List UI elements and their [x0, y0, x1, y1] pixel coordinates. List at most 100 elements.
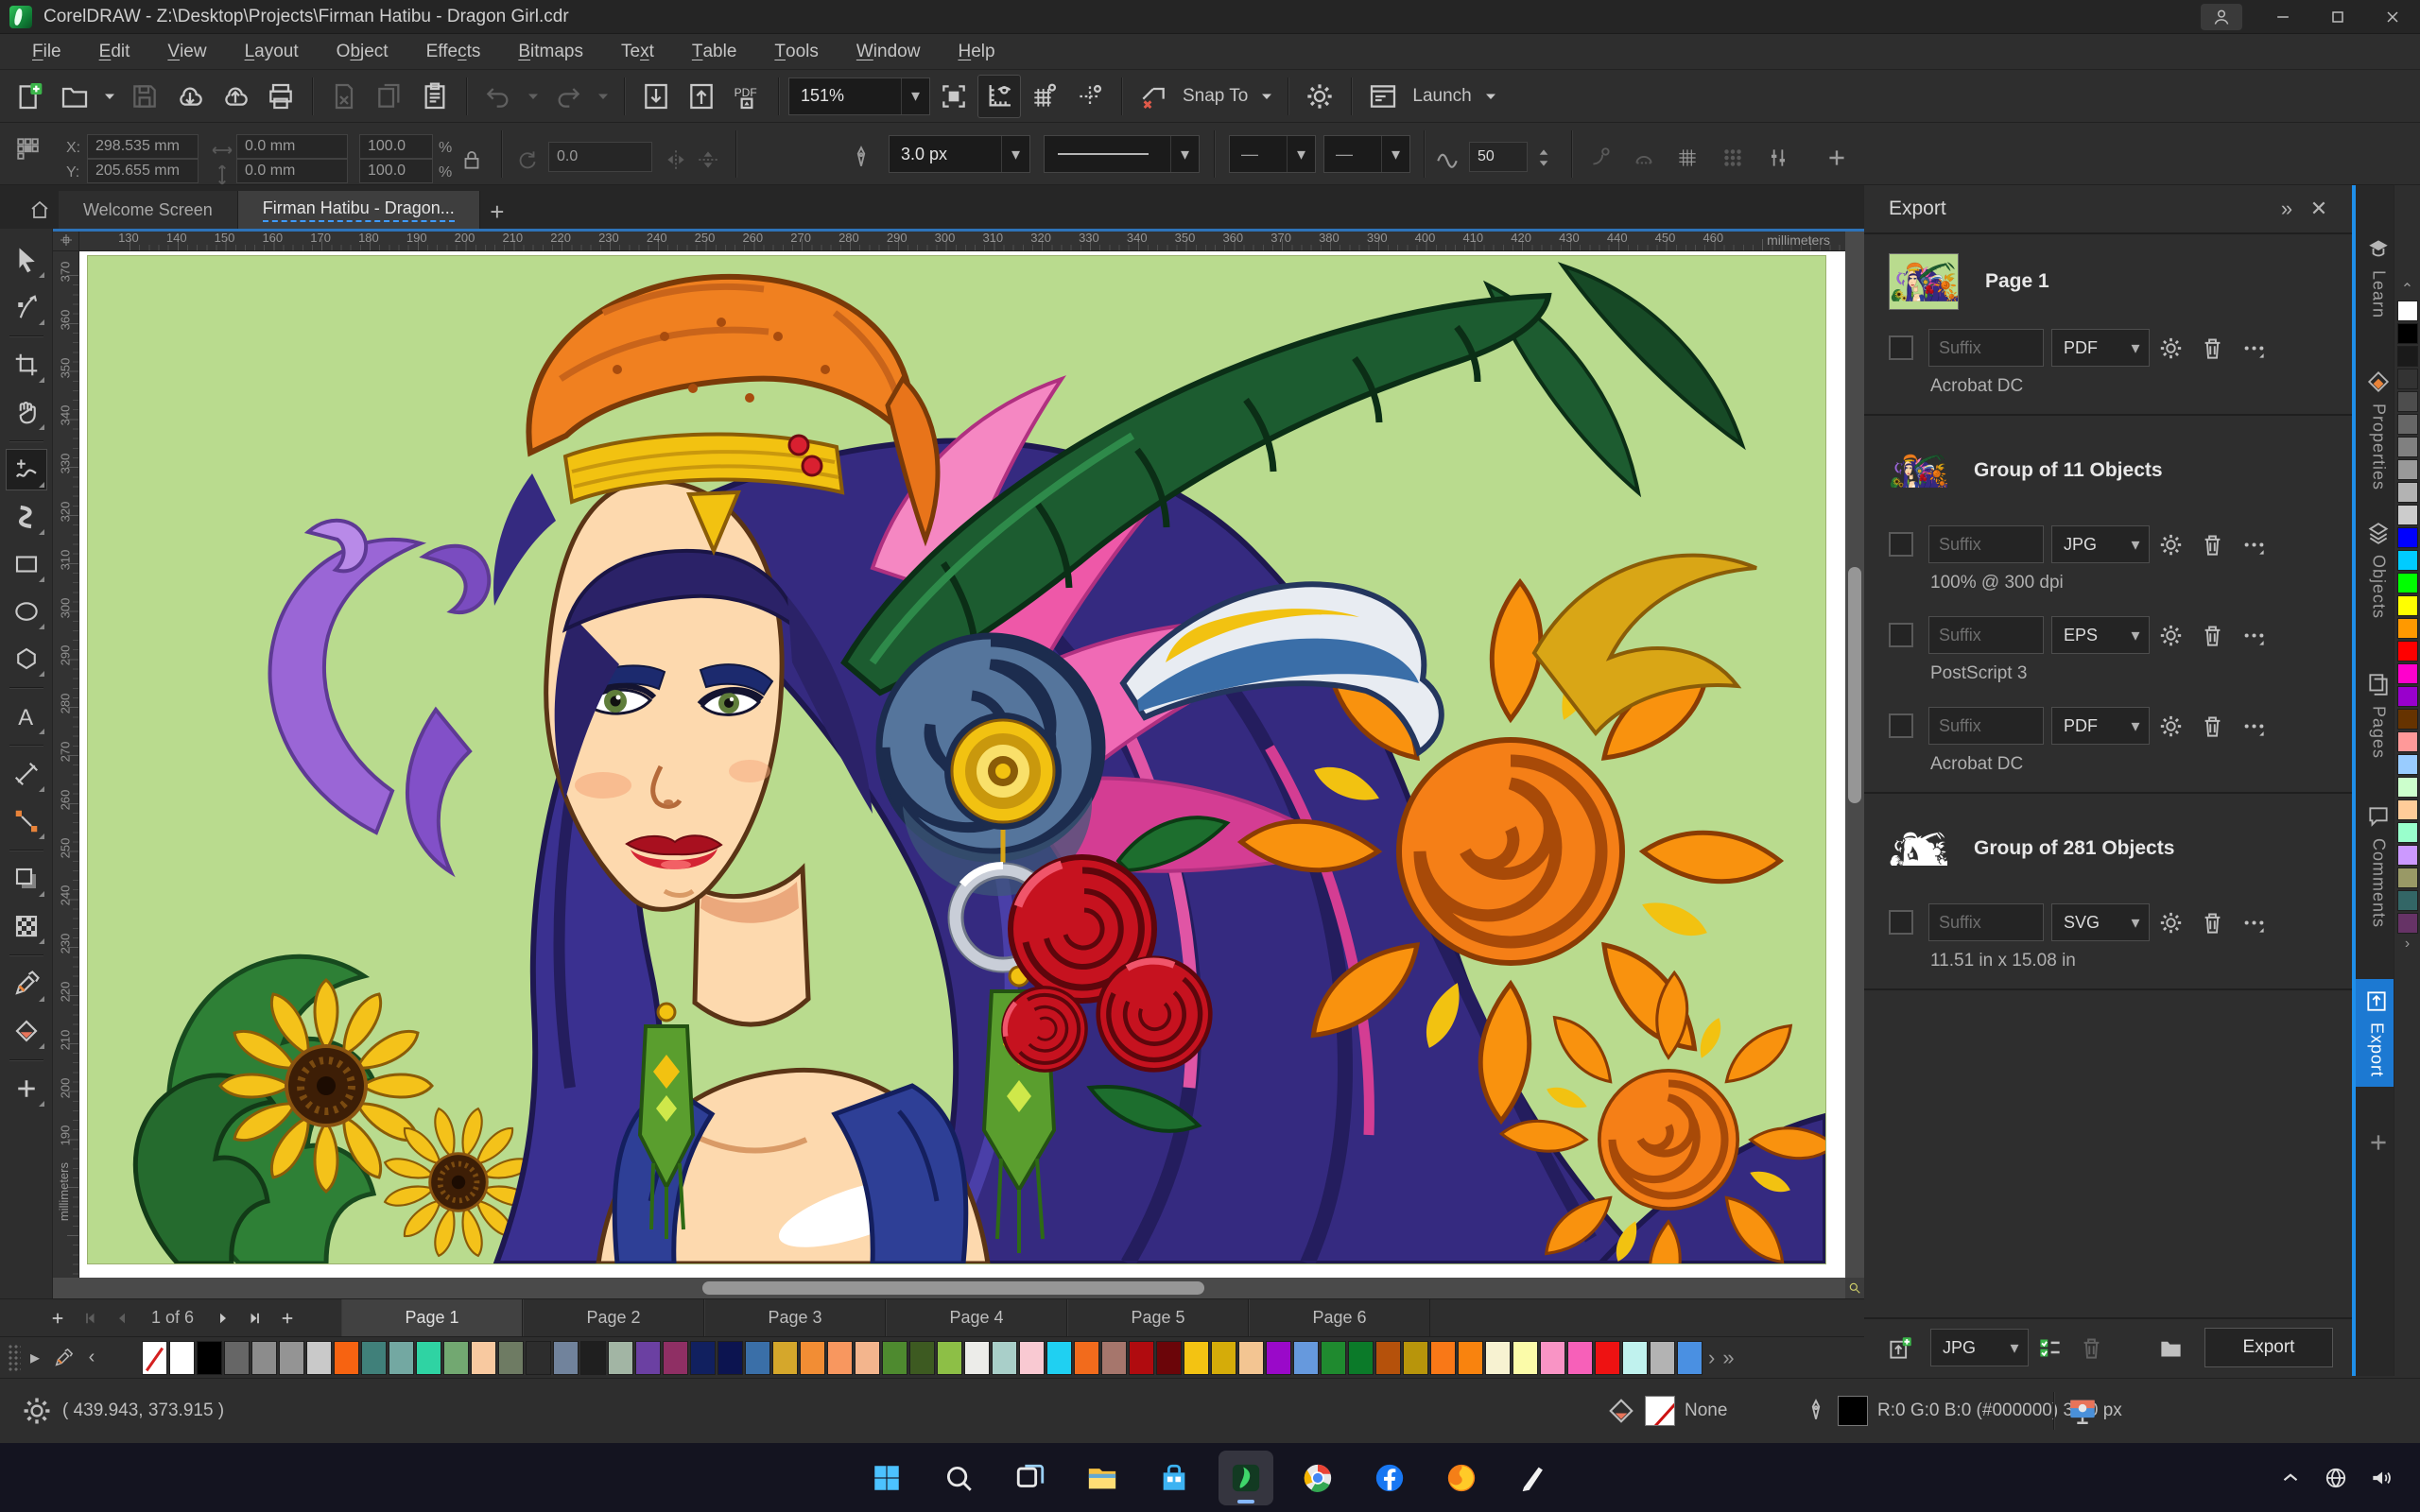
- vertical-scrollbar[interactable]: [1845, 229, 1864, 1278]
- end-arrowhead-combo[interactable]: — ▾: [1323, 135, 1410, 173]
- palette-swatch[interactable]: [2396, 618, 2418, 639]
- drop-shadow-tool[interactable]: [6, 858, 47, 900]
- palette-swatch[interactable]: [1238, 1340, 1264, 1375]
- palette-swatch[interactable]: [2396, 505, 2418, 525]
- tray-network-icon[interactable]: [2324, 1466, 2348, 1490]
- vertical-ruler[interactable]: 370 360 350 340 330 320 310 300 290 280 270 260 250 2…: [53, 251, 79, 1278]
- palette-swatch[interactable]: [580, 1340, 606, 1375]
- palette-swatch[interactable]: [306, 1340, 332, 1375]
- show-rulers-button[interactable]: [977, 74, 1021, 118]
- paste-button[interactable]: [413, 75, 457, 118]
- scale-x-field[interactable]: 100.0: [359, 134, 433, 159]
- outline-color-swatch[interactable]: [1838, 1396, 1868, 1426]
- menu-effects[interactable]: Effe c ts: [407, 34, 500, 69]
- snap-off-button[interactable]: [1132, 75, 1175, 118]
- palette-swatch[interactable]: [1403, 1340, 1428, 1375]
- undo-button[interactable]: [476, 75, 520, 118]
- scale-y-field[interactable]: 100.0: [359, 159, 433, 183]
- palette-swatch[interactable]: [690, 1340, 716, 1375]
- horizontal-scrollbar[interactable]: [53, 1278, 1845, 1298]
- palette-swatch[interactable]: [1211, 1340, 1236, 1375]
- page-tab-1[interactable]: Page 1: [341, 1299, 524, 1336]
- palette-flyout-icon[interactable]: ▸: [21, 1342, 49, 1374]
- zoom-corner-icon[interactable]: [1845, 1278, 1864, 1298]
- more-options-icon[interactable]: [2233, 707, 2274, 745]
- palette-swatch[interactable]: [2396, 663, 2418, 684]
- taskbar-windows-icon[interactable]: [859, 1451, 914, 1505]
- taskbar-search-icon[interactable]: [931, 1451, 986, 1505]
- palette-swatch[interactable]: [2396, 845, 2418, 866]
- palette-swatch[interactable]: [526, 1340, 551, 1375]
- ruler-origin-button[interactable]: [53, 229, 79, 251]
- copy-button[interactable]: [368, 75, 411, 118]
- menu-tools[interactable]: Tools: [755, 34, 837, 69]
- menu-layout[interactable]: Layout: [226, 34, 318, 69]
- new-document-button[interactable]: [8, 75, 51, 118]
- palette-swatch[interactable]: [2396, 595, 2418, 616]
- undo-dropdown-icon[interactable]: [522, 75, 544, 118]
- taskbar-browser-icon[interactable]: [1290, 1451, 1345, 1505]
- palette-swatch[interactable]: [663, 1340, 688, 1375]
- palette-swatch[interactable]: [827, 1340, 853, 1375]
- palette-swatch[interactable]: [1019, 1340, 1045, 1375]
- zoom-dropdown-icon[interactable]: ▾: [901, 77, 929, 114]
- sliders-icon[interactable]: [1766, 146, 1790, 170]
- taskbar-store-icon[interactable]: [1147, 1451, 1201, 1505]
- palette-swatch[interactable]: [855, 1340, 880, 1375]
- new-tab-button[interactable]: +: [480, 195, 514, 229]
- palette-swatch[interactable]: [2396, 459, 2418, 480]
- palette-swatch[interactable]: [224, 1340, 250, 1375]
- palette-swatch[interactable]: [1677, 1340, 1703, 1375]
- more-options-icon[interactable]: [2233, 903, 2274, 941]
- suffix-input[interactable]: [1928, 707, 2044, 745]
- eyedropper-tool[interactable]: [6, 963, 47, 1005]
- palette-swatch[interactable]: [2396, 301, 2418, 321]
- rpalette-scroll-up-icon[interactable]: ⌃: [2394, 280, 2420, 299]
- settings-gear-icon[interactable]: [2150, 707, 2191, 745]
- menu-bitmaps[interactable]: Bitmaps: [499, 34, 602, 69]
- delete-row-icon[interactable]: [2191, 616, 2233, 654]
- palette-swatch[interactable]: [2396, 414, 2418, 435]
- cloud-download-button[interactable]: [168, 75, 212, 118]
- interactive-fill-tool[interactable]: [6, 1010, 47, 1052]
- format-combo[interactable]: EPS ▾: [2051, 616, 2150, 654]
- palette-swatch[interactable]: [2396, 890, 2418, 911]
- palette-swatch[interactable]: [2396, 709, 2418, 730]
- export-button-main[interactable]: Export: [2204, 1328, 2333, 1367]
- palette-swatch[interactable]: [2396, 323, 2418, 344]
- outline-width-combo[interactable]: 3.0 px ▾: [889, 135, 1030, 173]
- menu-view[interactable]: View: [148, 34, 225, 69]
- export-button[interactable]: [680, 75, 723, 118]
- export-checkbox[interactable]: [1889, 335, 1913, 360]
- docker-tab-learn[interactable]: Learn: [2360, 236, 2397, 318]
- cloud-upload-button[interactable]: [214, 75, 257, 118]
- palette-swatch[interactable]: [443, 1340, 469, 1375]
- close-button[interactable]: [2365, 0, 2420, 34]
- no-fill-swatch[interactable]: [142, 1340, 167, 1375]
- taskbar-pen-app-icon[interactable]: [1506, 1451, 1561, 1505]
- save-button[interactable]: [123, 75, 166, 118]
- delete-row-icon[interactable]: [2191, 903, 2233, 941]
- palette-swatch[interactable]: [1321, 1340, 1346, 1375]
- delete-row-icon[interactable]: [2191, 525, 2233, 563]
- redo-button[interactable]: [546, 75, 590, 118]
- format-combo[interactable]: PDF ▾: [2051, 707, 2150, 745]
- palette-swatch[interactable]: [882, 1340, 908, 1375]
- launch-icon[interactable]: [1361, 75, 1405, 118]
- page-tab-5[interactable]: Page 5: [1067, 1299, 1250, 1336]
- tab-welcome-screen[interactable]: Welcome Screen: [59, 191, 238, 229]
- palette-swatch[interactable]: [2396, 550, 2418, 571]
- taskbar-facebook-icon[interactable]: [1362, 1451, 1417, 1505]
- menu-object[interactable]: Ob ject: [318, 34, 407, 69]
- next-page-button[interactable]: [207, 1302, 239, 1334]
- palette-swatch[interactable]: [2396, 482, 2418, 503]
- mirror-horizontal-icon[interactable]: [664, 147, 688, 172]
- y-position-field[interactable]: 205.655 mm: [87, 159, 199, 183]
- show-guidelines-button[interactable]: [1068, 75, 1112, 118]
- palette-swatch[interactable]: [717, 1340, 743, 1375]
- docker-tab-properties[interactable]: Properties: [2360, 369, 2397, 490]
- close-docker-icon[interactable]: ✕: [2303, 193, 2335, 225]
- import-button[interactable]: [634, 75, 678, 118]
- print-button[interactable]: [259, 75, 302, 118]
- polygon-tool[interactable]: [6, 638, 47, 679]
